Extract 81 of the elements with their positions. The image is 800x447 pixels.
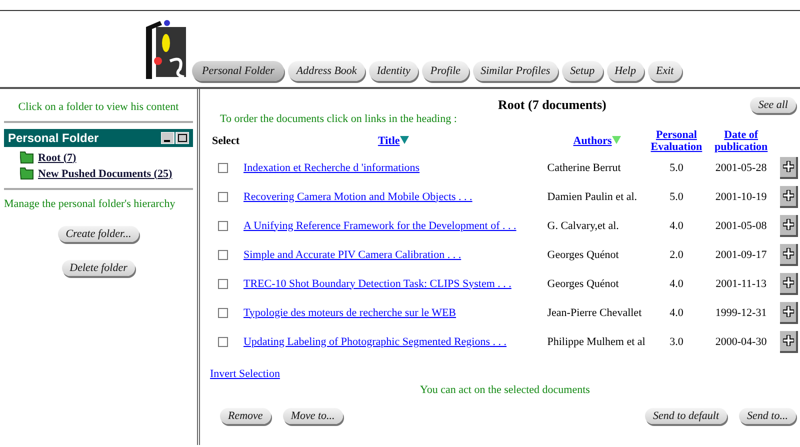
plus-icon [782, 306, 794, 317]
folder-link[interactable]: Root (7) [38, 152, 76, 164]
select-checkbox[interactable] [218, 192, 228, 202]
add-button[interactable] [780, 186, 798, 208]
author-cell-text: Georges Quénot [546, 276, 620, 292]
manage-hint: Manage the personal folder's hierarchy [4, 198, 176, 210]
select-checkbox[interactable] [218, 336, 228, 346]
evaluation-cell-text: 5.0 [668, 160, 684, 176]
sort-link[interactable]: Date of publication [706, 129, 776, 153]
add-button[interactable] [780, 330, 798, 352]
date-cell-text: 2001-10-19 [714, 190, 768, 204]
action-hint: You can act on the selected documents [419, 384, 591, 396]
send-button[interactable]: Send to default [645, 408, 728, 424]
nav-tab[interactable]: Help [606, 61, 644, 81]
author-cell-text: Georges Quénot [546, 248, 620, 262]
document-link[interactable]: Updating Labeling of Photographic Segmented Regions . . . [243, 336, 507, 348]
date-cell-text: 2001-05-08 [714, 218, 768, 234]
nav-tab[interactable]: Identity [368, 61, 418, 81]
add-button[interactable] [780, 272, 798, 294]
document-link[interactable]: Typologie des moteurs de recherche sur le WEB [243, 306, 456, 318]
author-cell-text: Jean-Pierre Chevallet [546, 306, 643, 320]
folder-hint: Click on a folder to view his content [17, 101, 180, 113]
plus-icon [782, 219, 794, 230]
author-cell-text: Damien Paulin et al. [546, 190, 638, 204]
author-cell-text: Catherine Berrut [546, 160, 622, 176]
select-checkbox[interactable] [218, 278, 228, 288]
action-button[interactable]: Remove [220, 408, 271, 424]
evaluation-cell-text: 5.0 [668, 190, 684, 204]
window-buttons-icon[interactable] [161, 132, 189, 144]
nav-tab[interactable]: Setup [562, 61, 603, 81]
document-link[interactable]: Indexation et Recherche d 'informations [243, 162, 420, 174]
select-checkbox[interactable] [218, 308, 228, 318]
author-cell-text: G. Calvary,et al. [546, 218, 620, 234]
document-link[interactable]: A Unifying Reference Framework for the Development of . . . [243, 220, 516, 232]
plus-icon [782, 335, 794, 346]
folder-title: Root (7 documents) [498, 97, 606, 113]
folder-icon [20, 151, 34, 164]
folder-button[interactable]: Delete folder [62, 260, 136, 276]
document-link[interactable]: Simple and Accurate PIV Camera Calibration . . . [243, 248, 462, 260]
folder-link[interactable]: New Pushed Documents (25) [38, 168, 172, 180]
plus-icon [782, 161, 794, 172]
sort-link[interactable]: Title [378, 135, 400, 147]
column-header: Select [211, 134, 240, 149]
document-link[interactable]: Recovering Camera Motion and Mobile Objects . . . [243, 190, 472, 202]
select-checkbox[interactable] [218, 250, 228, 260]
plus-icon [782, 248, 794, 259]
evaluation-cell-text: 2.0 [668, 248, 684, 262]
send-button[interactable]: Send to... [739, 408, 796, 424]
nav-tab[interactable]: Address Book [288, 61, 365, 81]
nav-tab[interactable]: Personal Folder [192, 61, 284, 81]
document-link[interactable]: TREC-10 Shot Boundary Detection Task: CLIPS System . . . [243, 278, 512, 290]
author-cell-text: Philippe Mulhem et al [546, 334, 646, 350]
date-cell-text: 2001-11-13 [714, 276, 768, 292]
panel-title: Personal Folder [8, 131, 99, 145]
date-cell-text: 2001-09-17 [714, 248, 768, 262]
evaluation-cell-text: 4.0 [668, 218, 684, 234]
see-all-button[interactable]: See all [750, 97, 796, 113]
add-button[interactable] [780, 302, 798, 324]
date-cell-text: 2000-04-30 [714, 334, 768, 350]
add-button[interactable] [780, 244, 798, 266]
sort-link[interactable]: Personal Evaluation [650, 129, 702, 153]
evaluation-cell-text: 4.0 [668, 276, 684, 292]
folder-button[interactable]: Create folder... [58, 226, 140, 242]
add-button[interactable] [780, 156, 798, 178]
nav-tab[interactable]: Similar Profiles [472, 61, 558, 81]
sort-link[interactable]: Authors [573, 135, 612, 147]
evaluation-cell-text: 4.0 [668, 306, 684, 320]
plus-icon [782, 277, 794, 288]
invert-selection-link[interactable]: Invert Selection [210, 368, 280, 380]
select-checkbox[interactable] [218, 220, 228, 230]
nav-tab[interactable]: Exit [648, 61, 682, 81]
nav-tab[interactable]: Profile [422, 61, 469, 81]
order-hint: To order the documents click on links in the heading : [220, 113, 458, 125]
date-cell-text: 1999-12-31 [714, 306, 768, 320]
date-cell-text: 2001-05-28 [714, 160, 768, 176]
select-checkbox[interactable] [218, 162, 228, 172]
action-button[interactable]: Move to... [282, 408, 343, 424]
evaluation-cell-text: 3.0 [668, 334, 684, 350]
folder-icon [20, 167, 34, 180]
plus-icon [782, 190, 794, 201]
add-button[interactable] [780, 214, 798, 236]
